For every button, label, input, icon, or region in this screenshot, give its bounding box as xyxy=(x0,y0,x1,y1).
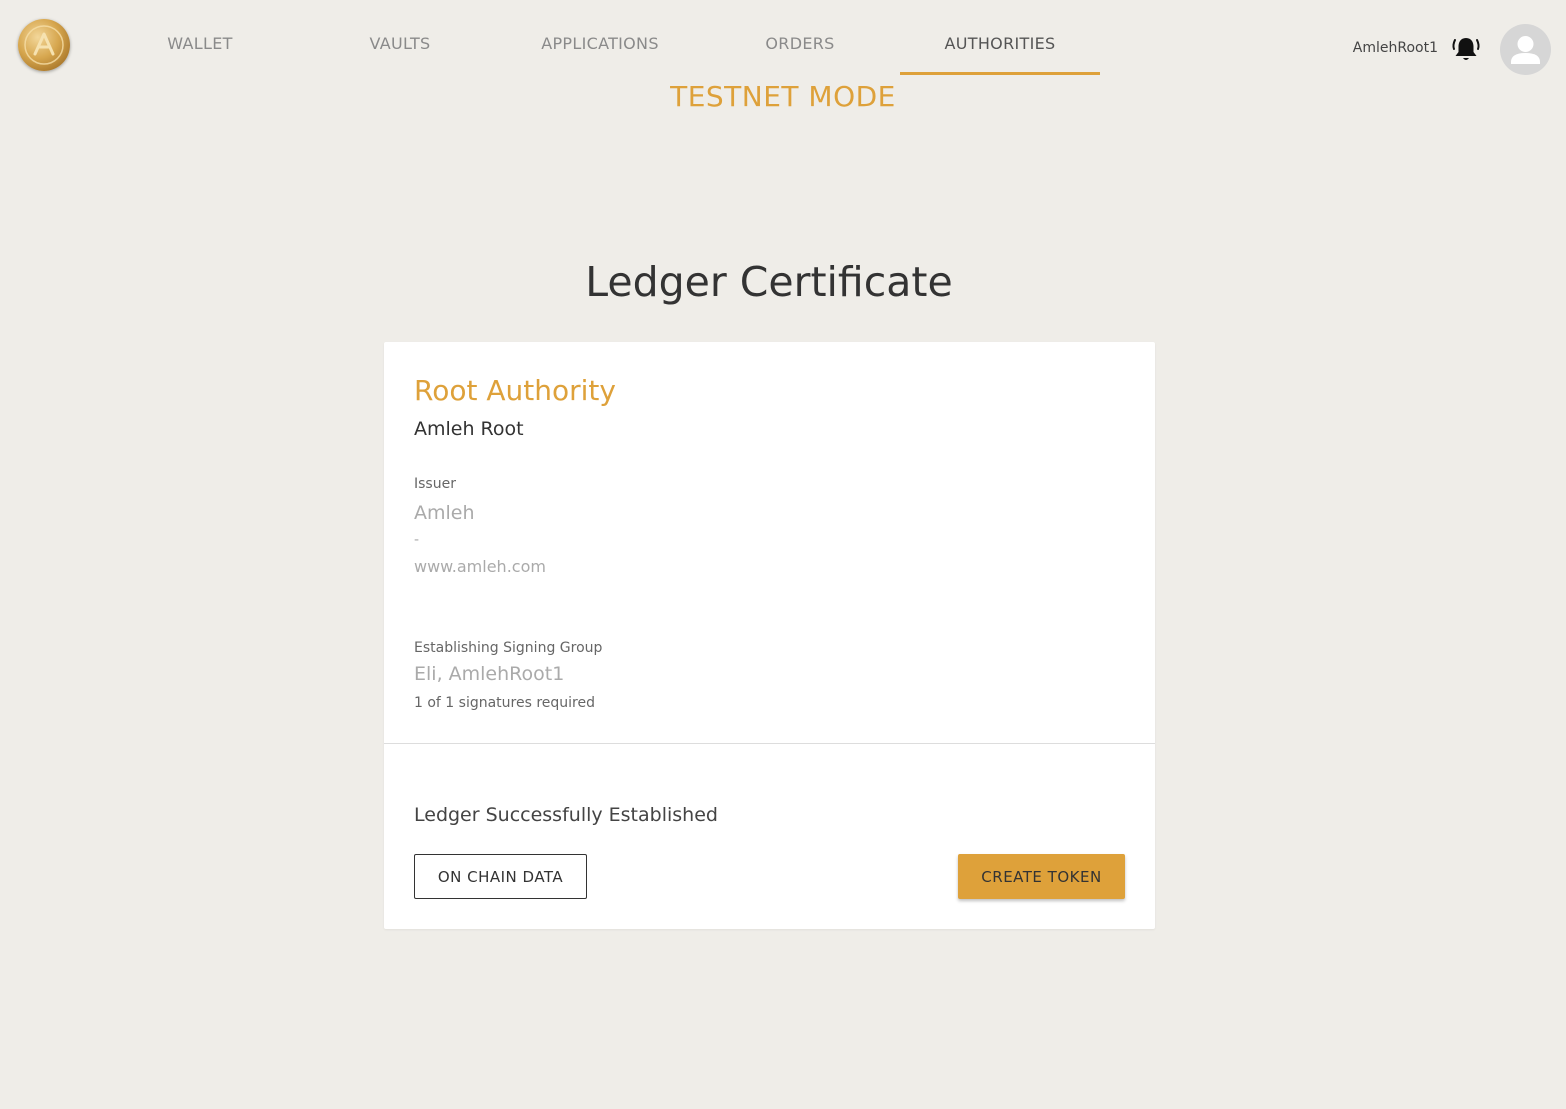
issuer-label: Issuer xyxy=(414,476,456,492)
nav-tab-authorities[interactable]: AUTHORITIES xyxy=(900,0,1100,75)
create-token-button[interactable]: CREATE TOKEN xyxy=(958,854,1125,899)
amleh-logo-icon[interactable] xyxy=(18,19,70,71)
issuer-name: Amleh xyxy=(414,502,475,524)
issuer-separator: - xyxy=(414,532,420,548)
authority-name: Amleh Root xyxy=(414,418,524,440)
page-title: Ledger Certificate xyxy=(585,258,953,306)
ledger-certificate-card: Root Authority Amleh Root Issuer Amleh -… xyxy=(384,342,1155,929)
signing-group-label: Establishing Signing Group xyxy=(414,640,603,656)
bell-icon[interactable] xyxy=(1451,36,1481,64)
signing-group-members: Eli, AmlehRoot1 xyxy=(414,663,565,685)
nav-tab-vaults[interactable]: VAULTS xyxy=(300,0,500,75)
ledger-status: Ledger Successfully Established xyxy=(414,804,718,826)
signatures-required: 1 of 1 signatures required xyxy=(414,695,596,711)
nav-tab-wallet[interactable]: WALLET xyxy=(100,0,300,75)
nav-tab-applications[interactable]: APPLICATIONS xyxy=(500,0,700,75)
authority-type: Root Authority xyxy=(414,374,616,407)
username-label[interactable]: AmlehRoot1 xyxy=(1290,40,1438,56)
on-chain-data-button[interactable]: ON CHAIN DATA xyxy=(414,854,587,899)
testnet-mode-banner: TESTNET MODE xyxy=(670,80,896,113)
user-avatar-icon[interactable] xyxy=(1500,24,1551,75)
nav-tab-orders[interactable]: ORDERS xyxy=(700,0,900,75)
issuer-url: www.amleh.com xyxy=(414,557,546,576)
certificate-details: Root Authority Amleh Root Issuer Amleh -… xyxy=(384,342,1155,744)
